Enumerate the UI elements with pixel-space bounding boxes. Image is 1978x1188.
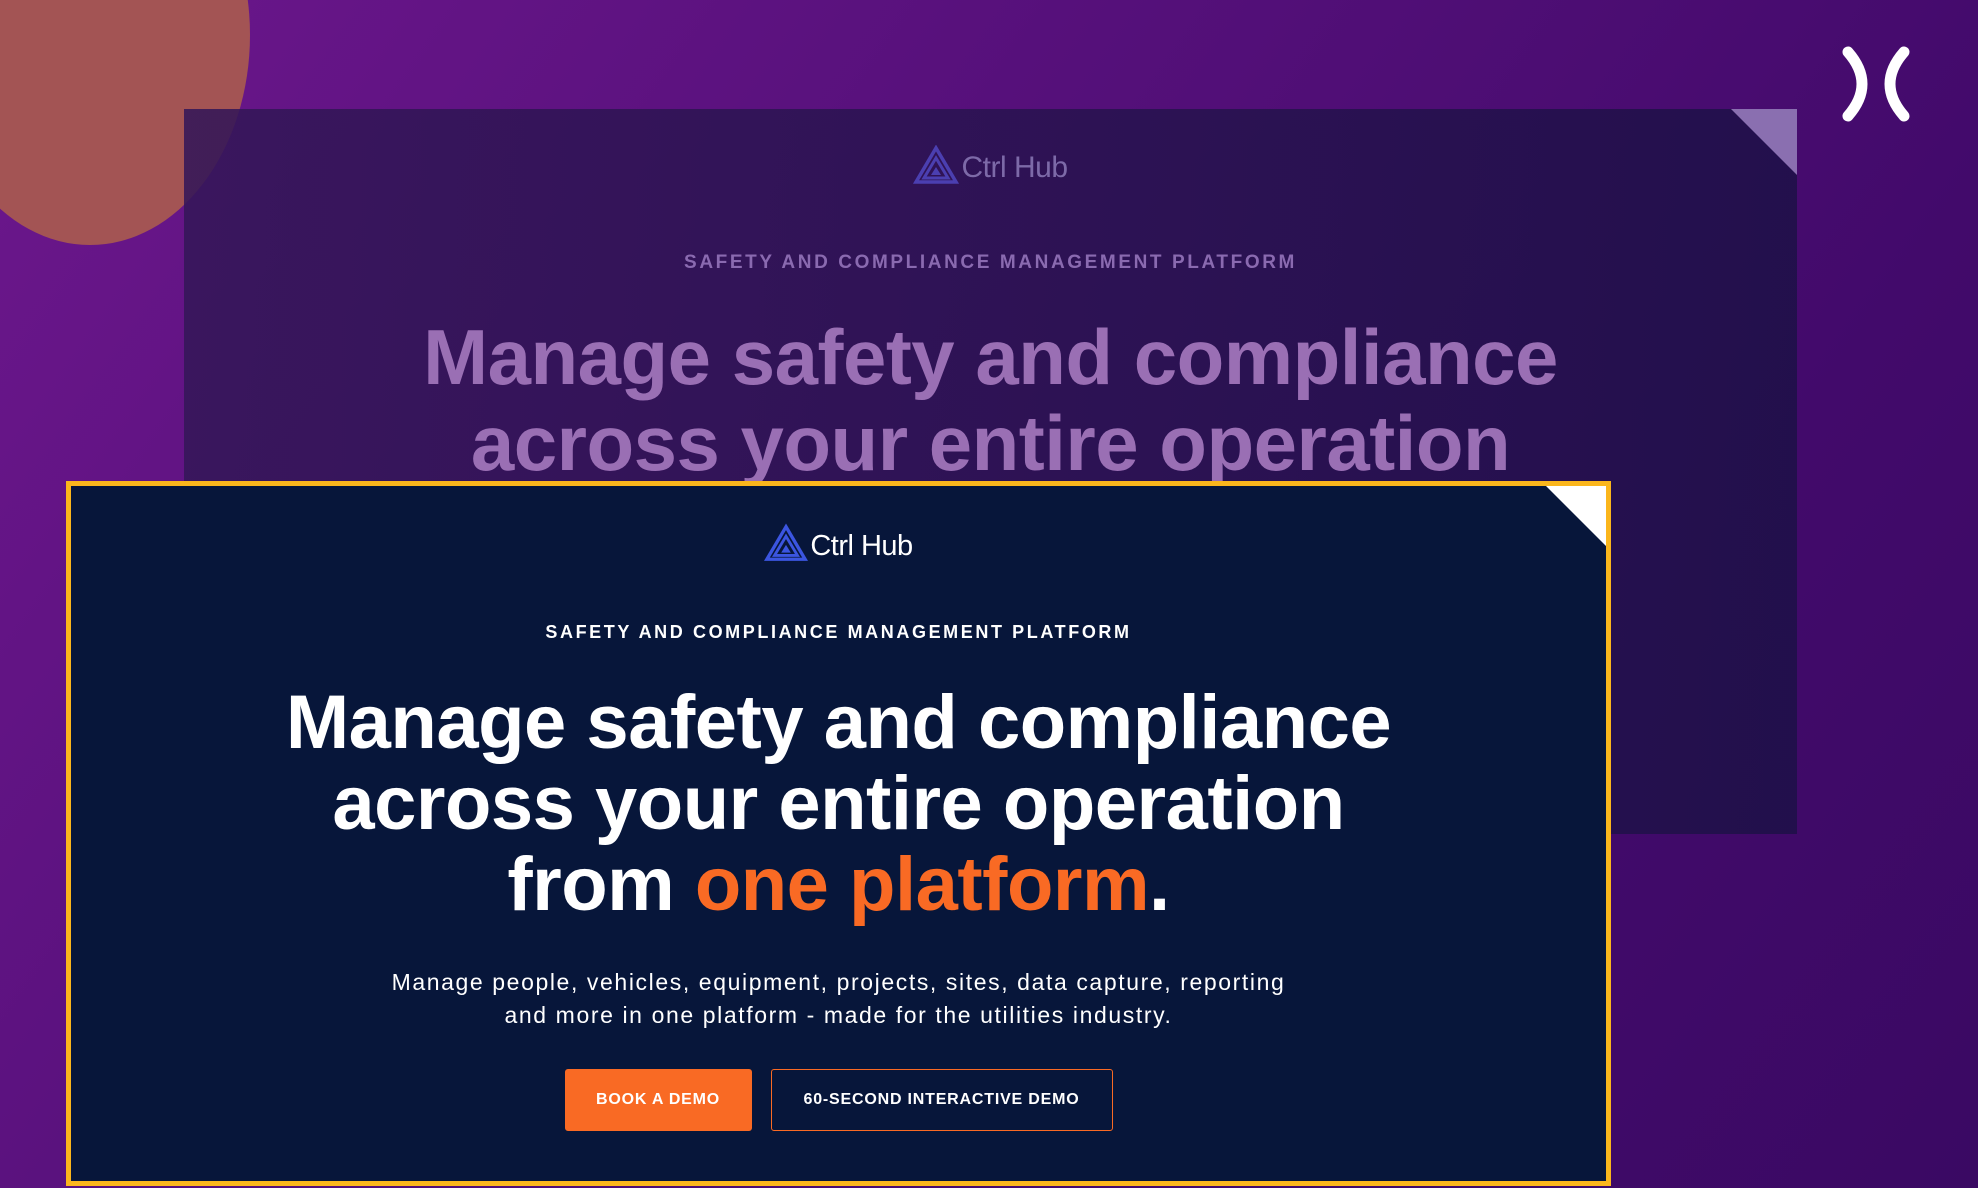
headline-line-2: across your entire operation [470, 399, 1511, 487]
eyebrow-text: SAFETY AND COMPLIANCE MANAGEMENT PLATFOR… [545, 622, 1132, 642]
interactive-demo-button[interactable]: 60-SECOND INTERACTIVE DEMO [770, 1069, 1113, 1131]
logo: Ctrl Hub [184, 144, 1797, 185]
headline-line-1: Manage safety and compliance [285, 680, 1392, 765]
headline: Manage safety and compliance across your… [71, 682, 1606, 925]
logo-text: Ctrl Hub [810, 530, 913, 562]
headline-suffix: . [1149, 842, 1170, 927]
headline-line-2: across your entire operation [332, 761, 1345, 846]
subheadline-line-2: and more in one platform - made for the … [504, 1002, 1173, 1028]
close-button[interactable] [1836, 44, 1916, 124]
ctrl-hub-triangle-logo-icon [913, 144, 960, 184]
book-demo-button[interactable]: BOOK A DEMO [564, 1069, 752, 1131]
headline-line-1: Manage safety and compliance [423, 313, 1558, 401]
close-icon [1842, 46, 1910, 122]
subheadline-line-1: Manage people, vehicles, equipment, proj… [391, 969, 1286, 995]
logo[interactable]: Ctrl Hub [71, 523, 1606, 563]
headline-accent: one platform [694, 842, 1150, 927]
logo-text: Ctrl Hub [961, 151, 1068, 184]
eyebrow-text: SAFETY AND COMPLIANCE MANAGEMENT PLATFOR… [684, 252, 1297, 273]
subheadline: Manage people, vehicles, equipment, proj… [71, 966, 1606, 1032]
ctrl-hub-triangle-logo-icon [764, 523, 809, 561]
cta-row: BOOK A DEMO 60-SECOND INTERACTIVE DEMO [71, 1069, 1606, 1131]
headline: Manage safety and compliance across your… [184, 314, 1797, 486]
headline-prefix: from [507, 842, 695, 927]
hero-card: Ctrl Hub SAFETY AND COMPLIANCE MANAGEMEN… [66, 481, 1611, 1186]
headline-line-3: from one platform. [71, 844, 1606, 925]
